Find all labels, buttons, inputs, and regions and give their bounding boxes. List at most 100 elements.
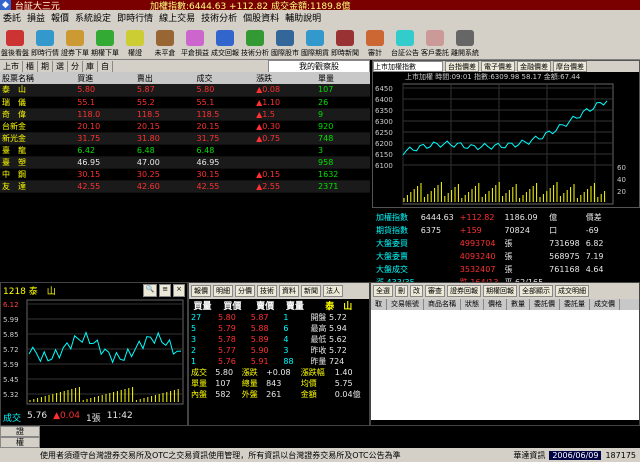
toolbar-button-3[interactable]: 期權下單 bbox=[90, 24, 120, 60]
toolbar-button-10[interactable]: 國際期貨 bbox=[300, 24, 330, 60]
order-header-0[interactable]: 取 bbox=[371, 299, 387, 310]
side-button-1[interactable]: 權 bbox=[0, 437, 40, 448]
toolbar-button-4[interactable]: 權證 bbox=[120, 24, 150, 60]
toolbar-button-0[interactable]: 盤後看盤 bbox=[0, 24, 30, 60]
quote-tab-6[interactable]: 法人 bbox=[323, 285, 343, 297]
toolbar-button-8[interactable]: 技術分析 bbox=[240, 24, 270, 60]
menu-item-7[interactable]: 個股資料 bbox=[240, 11, 282, 24]
watch-header-3[interactable]: 成交 bbox=[194, 72, 255, 84]
toolbar-button-7[interactable]: 成交回報 bbox=[210, 24, 240, 60]
table-row[interactable]: 奇 偉 118.0 118.5 118.5 ▲1.5 9 bbox=[0, 108, 370, 121]
quote-tab-5[interactable]: 新聞 bbox=[301, 285, 321, 297]
chart-tab-3[interactable]: 摩台價差 bbox=[553, 61, 587, 72]
watch-header-0[interactable]: 股票名稱 bbox=[0, 72, 76, 84]
menu-item-4[interactable]: 即時行情 bbox=[114, 11, 156, 24]
table-row[interactable]: 瑞 儀 55.1 55.2 55.1 ▲1.10 26 bbox=[0, 96, 370, 109]
toolbar-button-1[interactable]: 即時行情 bbox=[30, 24, 60, 60]
chart-vol-tick: 40 bbox=[617, 176, 626, 184]
close-icon[interactable]: × bbox=[173, 284, 185, 297]
menu-item-0[interactable]: 委託 bbox=[0, 11, 24, 24]
cell-ask: 30.25 bbox=[134, 168, 195, 181]
cell-name: 臺 塑 bbox=[0, 156, 76, 169]
quote-tab-2[interactable]: 分價 bbox=[235, 285, 255, 297]
menu-item-1[interactable]: 損益 bbox=[24, 11, 48, 24]
menu-item-2[interactable]: 報價 bbox=[48, 11, 72, 24]
chart-tab-1[interactable]: 電子價差 bbox=[481, 61, 515, 72]
cell-name: 友 達 bbox=[0, 180, 76, 193]
menu-item-6[interactable]: 技術分析 bbox=[198, 11, 240, 24]
order-header-3[interactable]: 狀態 bbox=[461, 299, 484, 310]
zoom-icon[interactable]: 🔍 bbox=[142, 284, 158, 297]
order-header-6[interactable]: 委託價 bbox=[530, 299, 560, 310]
toolbar-button-13[interactable]: 台証公告 bbox=[390, 24, 420, 60]
menu-item-8[interactable]: 輔助說明 bbox=[282, 11, 324, 24]
chart-tab-0[interactable]: 台指價差 bbox=[445, 61, 479, 72]
side-button-0[interactable]: 證 bbox=[0, 426, 40, 437]
watch-header-4[interactable]: 漲跌 bbox=[254, 72, 317, 84]
cell-vol: 748 bbox=[316, 132, 370, 145]
watch-tab-1[interactable]: 櫃 bbox=[23, 60, 38, 72]
watch-tab-0[interactable]: 上市 bbox=[0, 60, 23, 72]
chart-icon[interactable]: ≡ bbox=[159, 284, 172, 297]
index-chart: 上市加權指數 台指價差 電子價差 金融價差 摩台價差 上市加權 時間:09:01 指數… bbox=[372, 60, 640, 208]
toolbar-button-15[interactable]: 離開系統 bbox=[450, 24, 480, 60]
table-row[interactable]: 臺 龍 6.42 6.48 6.48 3 bbox=[0, 144, 370, 157]
index-cell-d: 張 bbox=[504, 239, 513, 248]
order-header-2[interactable]: 商品名稱 bbox=[424, 299, 461, 310]
watch-header-2[interactable]: 賣出 bbox=[134, 72, 195, 84]
order-header-1[interactable]: 交易帳號 bbox=[387, 299, 424, 310]
table-row[interactable]: 泰 山 5.80 5.87 5.80 ▲0.08 107 bbox=[0, 84, 370, 97]
menu-item-3[interactable]: 系統設定 bbox=[72, 11, 114, 24]
toolbar-button-11[interactable]: 即時新聞 bbox=[330, 24, 360, 60]
order-header-8[interactable]: 成交價 bbox=[590, 299, 620, 310]
watch-tab-4[interactable]: 分 bbox=[68, 60, 83, 72]
watch-header-1[interactable]: 買進 bbox=[75, 72, 135, 84]
order-tab-1[interactable]: 刪 bbox=[395, 285, 408, 297]
toolbar-button-2[interactable]: 證券下單 bbox=[60, 24, 90, 60]
table-row[interactable]: 新光金 31.75 31.80 31.75 ▲0.75 748 bbox=[0, 132, 370, 145]
order-tab-0[interactable]: 全選 bbox=[373, 285, 393, 297]
quote-tab-4[interactable]: 資料 bbox=[279, 285, 299, 297]
quote-tab-0[interactable]: 報價 bbox=[191, 285, 211, 297]
order-header-5[interactable]: 數量 bbox=[507, 299, 530, 310]
chart-selector[interactable]: 上市加權指數 bbox=[373, 61, 443, 72]
toolbar-icon-11 bbox=[336, 30, 354, 46]
toolbar-button-6[interactable]: 平倉損益 bbox=[180, 24, 210, 60]
order-tab-2[interactable]: 改 bbox=[410, 285, 423, 297]
index-row: 大盤委買 4993704 張 731698 6.82 bbox=[374, 238, 606, 249]
index-cell-f: -69 bbox=[585, 226, 599, 235]
quote-cell: 6 bbox=[283, 324, 289, 333]
order-tab-6[interactable]: 全部顯示 bbox=[519, 285, 553, 297]
watch-tab-6[interactable]: 自 bbox=[98, 60, 113, 72]
toolbar-button-14[interactable]: 客戶委託 bbox=[420, 24, 450, 60]
quote-name: 泰 山 bbox=[325, 302, 353, 312]
toolbar-icon-6 bbox=[186, 30, 204, 46]
order-tab-3[interactable]: 審查 bbox=[425, 285, 445, 297]
order-tab-5[interactable]: 期權回報 bbox=[483, 285, 517, 297]
chart-tab-2[interactable]: 金融價差 bbox=[517, 61, 551, 72]
watch-tab-5[interactable]: 庫 bbox=[83, 60, 98, 72]
toolbar-button-12[interactable]: 審計 bbox=[360, 24, 390, 60]
toolbar-button-5[interactable]: 未平倉 bbox=[150, 24, 180, 60]
order-tab-7[interactable]: 成交明細 bbox=[555, 285, 589, 297]
table-row[interactable]: 中 鋼 30.15 30.25 30.15 ▲0.15 1632 bbox=[0, 168, 370, 181]
chart-y-tick: 6300 bbox=[375, 118, 393, 126]
toolbar-button-9[interactable]: 國際股市 bbox=[270, 24, 300, 60]
quote-tab-1[interactable]: 明細 bbox=[213, 285, 233, 297]
watch-tab-2[interactable]: 期 bbox=[38, 60, 53, 72]
toolbar-label-6: 平倉損益 bbox=[181, 49, 209, 57]
menu-item-5[interactable]: 線上交易 bbox=[156, 11, 198, 24]
quote-cell: 27 bbox=[191, 313, 202, 322]
order-header-7[interactable]: 委託量 bbox=[560, 299, 590, 310]
watch-header-5[interactable]: 單量 bbox=[316, 72, 370, 84]
table-row[interactable]: 台新金 20.10 20.15 20.15 ▲0.30 920 bbox=[0, 120, 370, 133]
cell-ask: 118.5 bbox=[134, 108, 195, 121]
table-row[interactable]: 臺 塑 46.95 47.00 46.95 958 bbox=[0, 156, 370, 169]
watch-tab-3[interactable]: 選 bbox=[53, 60, 68, 72]
cell-bid: 5.80 bbox=[75, 84, 135, 97]
order-header-4[interactable]: 價格 bbox=[484, 299, 507, 310]
table-row[interactable]: 友 達 42.55 42.60 42.55 ▲2.55 2371 bbox=[0, 180, 370, 193]
quote-tab-3[interactable]: 技術 bbox=[257, 285, 277, 297]
cell-vol: 958 bbox=[316, 156, 370, 169]
order-tab-4[interactable]: 證券回報 bbox=[447, 285, 481, 297]
